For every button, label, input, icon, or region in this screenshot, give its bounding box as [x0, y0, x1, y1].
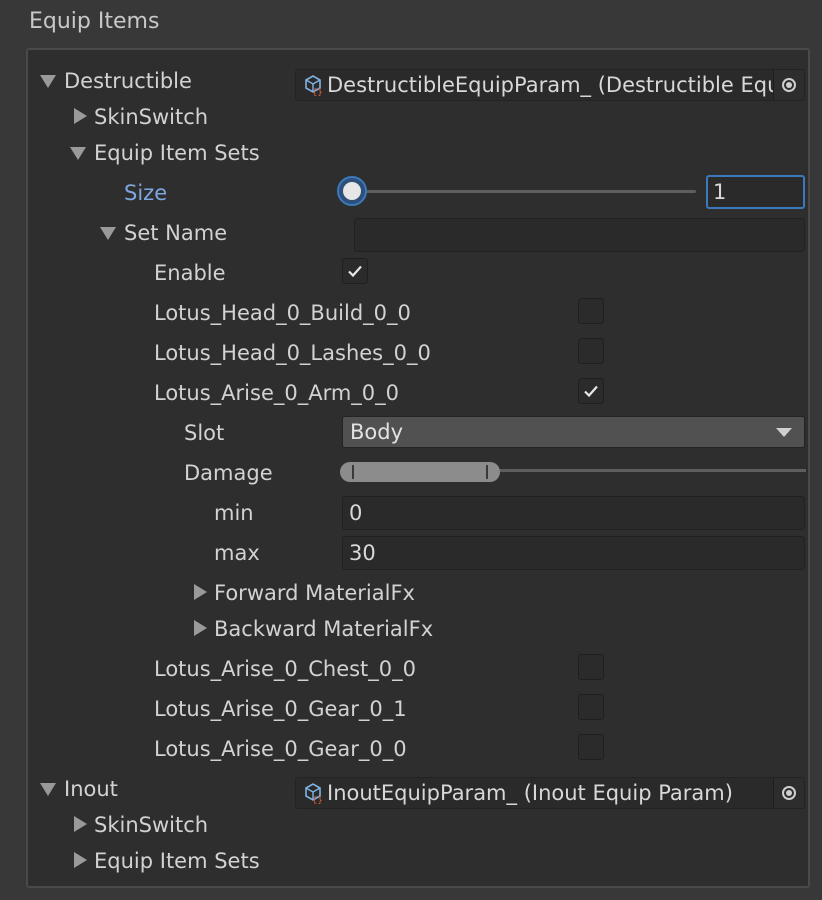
item-label: Lotus_Head_0_Lashes_0_0	[154, 341, 431, 365]
foldout-expanded-icon[interactable]	[40, 783, 56, 796]
damage-min-label: min	[214, 501, 254, 525]
inout-label[interactable]: Inout	[64, 775, 118, 803]
damage-max-input[interactable]: 30	[342, 536, 805, 570]
skinswitch-label[interactable]: SkinSwitch	[94, 103, 208, 131]
inout-equip-item-sets-label[interactable]: Equip Item Sets	[94, 847, 260, 875]
item-checkbox[interactable]	[578, 694, 604, 720]
slot-label: Slot	[184, 421, 225, 445]
item-label: Lotus_Head_0_Build_0_0	[154, 301, 411, 325]
destructible-object-field[interactable]: {} DestructibleEquipParam_ (Destructible…	[295, 69, 805, 101]
inout-skinswitch-label[interactable]: SkinSwitch	[94, 811, 208, 839]
size-label: Size	[124, 181, 168, 205]
foldout-collapsed-icon[interactable]	[194, 620, 207, 636]
item-label: Lotus_Arise_0_Gear_0_1	[154, 697, 407, 721]
damage-min-input[interactable]: 0	[342, 496, 805, 530]
inout-object-ref: InoutEquipParam_ (Inout Equip Param)	[327, 781, 733, 805]
size-slider-thumb[interactable]	[337, 176, 367, 206]
size-slider-track[interactable]	[352, 190, 696, 193]
item-checkbox[interactable]	[578, 298, 604, 324]
item-label: Lotus_Arise_0_Chest_0_0	[154, 657, 417, 681]
slot-dropdown[interactable]: Body	[342, 416, 805, 448]
damage-max-label: max	[214, 541, 260, 565]
object-picker-icon[interactable]	[773, 778, 804, 808]
object-picker-icon[interactable]	[773, 70, 804, 100]
foldout-expanded-icon[interactable]	[40, 75, 56, 88]
item-label: Lotus_Arise_0_Gear_0_0	[154, 737, 407, 761]
foldout-collapsed-icon[interactable]	[74, 108, 87, 124]
item-checkbox[interactable]	[578, 734, 604, 760]
backward-materialfx-label[interactable]: Backward MaterialFx	[214, 615, 433, 643]
enable-label: Enable	[154, 261, 226, 285]
item-checkbox[interactable]	[578, 654, 604, 680]
checkmark-icon	[584, 385, 598, 398]
checkmark-icon	[348, 265, 362, 278]
destructible-object-ref: DestructibleEquipParam_ (Destructible Eq…	[327, 73, 773, 97]
section-title: Equip Items	[29, 9, 160, 34]
size-input[interactable]: 1	[706, 175, 805, 209]
item-label: Lotus_Arise_0_Arm_0_0	[154, 381, 400, 405]
item-checkbox[interactable]	[578, 378, 604, 404]
scriptable-object-icon: {}	[305, 783, 323, 804]
set-name-input[interactable]	[354, 218, 805, 252]
svg-text:{}: {}	[312, 88, 323, 96]
forward-materialfx-label[interactable]: Forward MaterialFx	[214, 579, 415, 607]
slot-value: Body	[350, 420, 404, 444]
svg-text:{}: {}	[312, 796, 323, 804]
damage-range-bar[interactable]	[340, 462, 500, 482]
foldout-collapsed-icon[interactable]	[194, 584, 207, 600]
damage-label: Damage	[184, 461, 273, 485]
item-checkbox[interactable]	[578, 338, 604, 364]
foldout-expanded-icon[interactable]	[70, 147, 86, 160]
foldout-collapsed-icon[interactable]	[74, 852, 87, 868]
inout-object-field[interactable]: {} InoutEquipParam_ (Inout Equip Param)	[295, 777, 805, 809]
set-name-label: Set Name	[124, 221, 228, 245]
scriptable-object-icon: {}	[305, 75, 323, 96]
equip-item-sets-label[interactable]: Equip Item Sets	[94, 139, 260, 167]
foldout-collapsed-icon[interactable]	[74, 816, 87, 832]
foldout-expanded-icon[interactable]	[100, 227, 116, 240]
destructible-label[interactable]: Destructible	[64, 67, 192, 95]
chevron-down-icon	[776, 428, 792, 437]
enable-checkbox[interactable]	[342, 258, 368, 284]
